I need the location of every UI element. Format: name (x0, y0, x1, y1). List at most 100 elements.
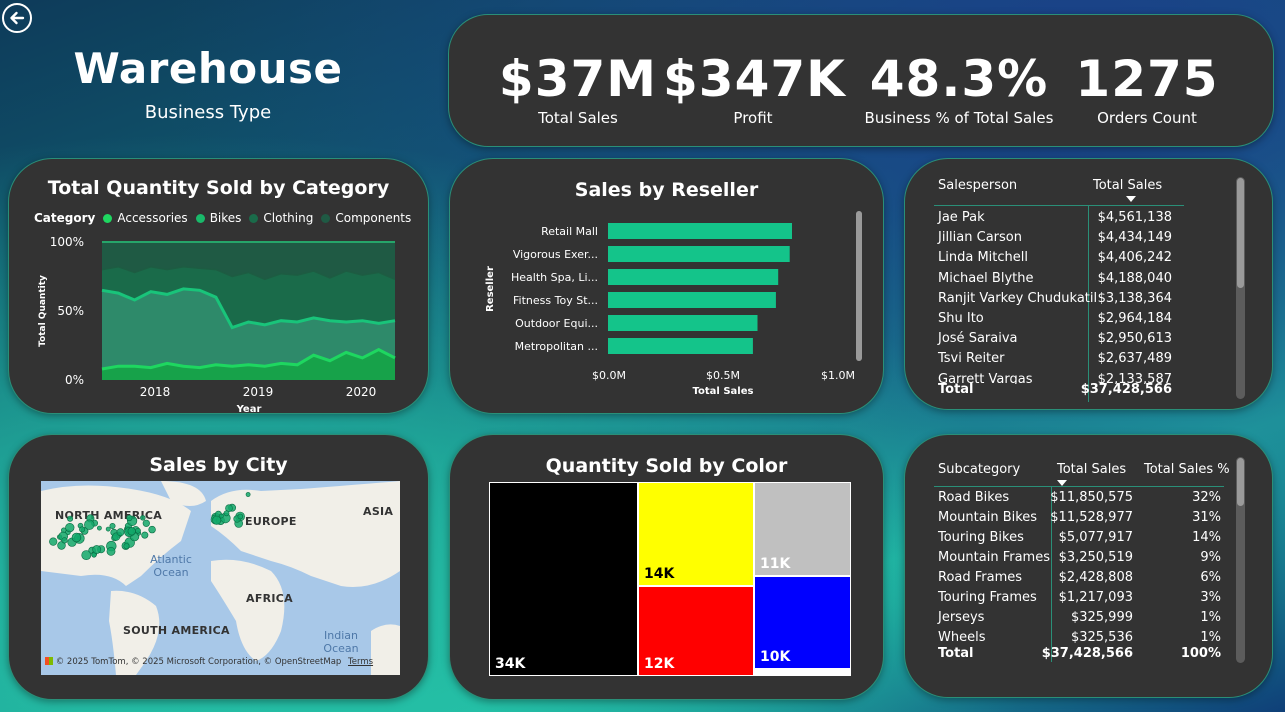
x-axis-title: Total Sales (693, 386, 754, 397)
chart-title: Quantity Sold by Color (545, 455, 788, 477)
table-row[interactable]: Road Frames $2,428,808 6% (938, 568, 1238, 588)
cell-label: 11K (760, 556, 791, 572)
table-row[interactable]: Linda Mitchell $4,406,242 (938, 248, 1238, 268)
scrollbar[interactable] (1236, 177, 1245, 399)
bar[interactable] (608, 315, 758, 331)
treemap-cell-black[interactable]: 34K (490, 483, 637, 675)
treemap-cell-blue[interactable]: 10K (755, 577, 850, 668)
treemap-cell-red[interactable]: 12K (639, 587, 753, 675)
column-header-total-sales-pct[interactable]: Total Sales % (1144, 462, 1230, 477)
table-row[interactable]: Jae Pak $4,561,138 (938, 208, 1238, 228)
city-bubble[interactable] (49, 537, 58, 546)
total-sales: $37,428,566 (1041, 646, 1133, 661)
treemap-cell-silver[interactable]: 11K (755, 483, 850, 575)
salesperson-table-card: Salesperson Total Sales Jae Pak $4,561,13… (904, 158, 1273, 410)
city-bubble[interactable] (123, 543, 130, 550)
table-row[interactable]: Road Bikes $11,850,575 32% (938, 488, 1238, 508)
back-button[interactable] (2, 3, 32, 33)
cell-salesperson: Jae Pak (938, 210, 985, 225)
terms-link[interactable]: Terms (348, 657, 373, 667)
city-bubble[interactable] (245, 492, 251, 497)
column-header-salesperson[interactable]: Salesperson (938, 178, 1017, 193)
city-bubble[interactable] (141, 531, 149, 539)
table-row[interactable]: Michael Blythe $4,188,040 (938, 269, 1238, 289)
bar[interactable] (608, 269, 779, 285)
table-row[interactable]: Jillian Carson $4,434,149 (938, 228, 1238, 248)
bar-chart[interactable]: Reseller $0.0M $0.5M $1.0M Total Sales R… (450, 159, 885, 415)
bar-category-label: Retail Mall (541, 225, 598, 238)
scroll-thumb[interactable] (856, 211, 862, 361)
map-attribution: © 2025 TomTom, © 2025 Microsoft Corporat… (45, 657, 373, 667)
city-bubble[interactable] (126, 514, 133, 522)
city-bubble[interactable] (135, 527, 141, 534)
kpi-label: Total Sales (538, 109, 618, 127)
city-bubble[interactable] (105, 526, 111, 532)
table-row[interactable]: José Saraiva $2,950,613 (938, 329, 1238, 349)
city-bubble[interactable] (148, 525, 156, 534)
map-bubbles[interactable] (41, 481, 400, 675)
table-row[interactable]: Ranjit Varkey Chudukatil $3,138,364 (938, 289, 1238, 309)
x-tick-label: $1.0M (821, 369, 855, 382)
city-bubble[interactable] (79, 526, 86, 533)
table-row[interactable]: Jerseys $325,999 1% (938, 608, 1238, 628)
treemap-cell-yellow[interactable]: 14K (639, 483, 753, 585)
kpi-value: 48.3% (869, 50, 1049, 108)
kpi-card: $37M Total Sales $347K Profit 48.3% Busi… (448, 14, 1274, 147)
city-bubble[interactable] (140, 515, 146, 521)
city-bubble[interactable] (84, 519, 95, 530)
city-bubble[interactable] (81, 550, 92, 560)
cell-total-sales: $2,428,808 (1058, 570, 1133, 585)
bar[interactable] (608, 246, 790, 262)
area-chart[interactable]: 100% 50% 0% 2018 2019 2020 Year Total Qu… (9, 159, 430, 415)
total-pct: 100% (1180, 646, 1221, 661)
reseller-chart-card[interactable]: Sales by Reseller Reseller $0.0M $0.5M $… (449, 158, 884, 414)
cell-subcategory: Road Frames (938, 570, 1023, 585)
cell-total-sales: $2,964,184 (1097, 311, 1172, 326)
city-bubble[interactable] (71, 532, 82, 543)
city-bubble[interactable] (142, 519, 150, 527)
city-bubble[interactable] (116, 528, 125, 537)
attribution-text: © 2025 TomTom, © 2025 Microsoft Corporat… (55, 657, 342, 667)
treemap[interactable]: 34K 14K 12K 11K 10K (489, 482, 851, 676)
city-bubble[interactable] (67, 515, 74, 522)
chart-title: Sales by City (149, 454, 288, 476)
cell-subcategory: Road Bikes (938, 490, 1010, 505)
total-label: Total (938, 646, 974, 661)
table-row[interactable]: Mountain Bikes $11,528,977 31% (938, 508, 1238, 528)
category-chart-card[interactable]: Total Quantity Sold by Category Category… (8, 158, 430, 415)
kpi-label: Business % of Total Sales (864, 109, 1054, 127)
city-bubble[interactable] (97, 525, 102, 531)
city-bubble[interactable] (237, 513, 244, 520)
scrollbar[interactable] (856, 211, 862, 361)
column-header-total-sales[interactable]: Total Sales (1093, 178, 1162, 193)
city-bubble[interactable] (223, 510, 230, 517)
scroll-thumb[interactable] (1237, 178, 1244, 288)
table-row[interactable]: Touring Bikes $5,077,917 14% (938, 528, 1238, 548)
column-header-total-sales[interactable]: Total Sales (1057, 462, 1126, 477)
table-row[interactable]: Tsvi Reiter $2,637,489 (938, 349, 1238, 369)
city-bubble[interactable] (92, 545, 102, 554)
cell-total-sales: $1,217,093 (1058, 590, 1133, 605)
table-row[interactable]: Shu Ito $2,964,184 (938, 309, 1238, 329)
city-bubble[interactable] (109, 522, 116, 529)
city-bubble[interactable] (65, 522, 75, 533)
table-row[interactable]: Touring Frames $1,217,093 3% (938, 588, 1238, 608)
bar[interactable] (608, 223, 792, 239)
subcategory-table[interactable]: Subcategory Total Sales Total Sales % Ro… (934, 462, 1238, 692)
x-tick-label: $0.0M (592, 369, 626, 382)
city-bubble[interactable] (218, 513, 224, 519)
cell-total-sales-pct: 6% (1200, 570, 1221, 585)
scroll-thumb[interactable] (1237, 458, 1244, 506)
salesperson-table[interactable]: Salesperson Total Sales Jae Pak $4,561,13… (934, 178, 1238, 402)
column-header-subcategory[interactable]: Subcategory (938, 462, 1020, 477)
bar[interactable] (608, 292, 776, 308)
city-bubble[interactable] (127, 527, 136, 536)
table-row[interactable]: Mountain Frames $3,250,519 9% (938, 548, 1238, 568)
kpi-value: 1275 (1075, 50, 1219, 108)
bar[interactable] (608, 338, 753, 354)
city-map[interactable]: NORTH AMERICA EUROPE ASIA AFRICA SOUTH A… (41, 481, 400, 675)
city-bubble[interactable] (106, 546, 116, 556)
city-bubble[interactable] (61, 537, 68, 544)
cell-total-sales-pct: 3% (1200, 590, 1221, 605)
scrollbar[interactable] (1236, 457, 1245, 663)
